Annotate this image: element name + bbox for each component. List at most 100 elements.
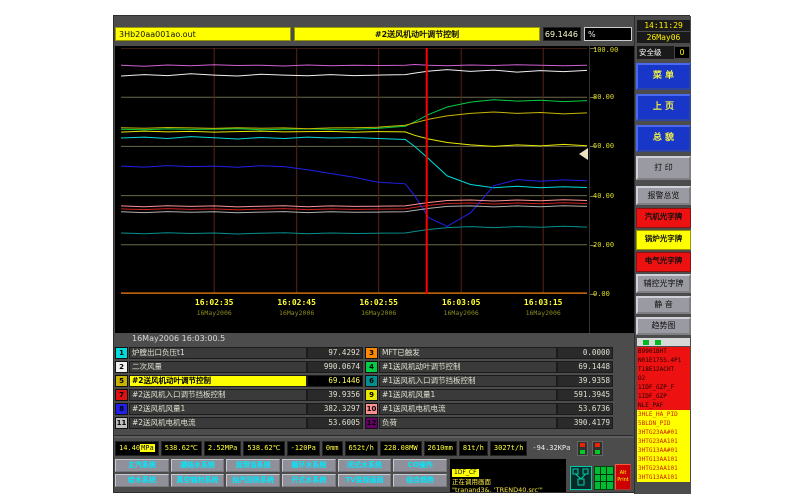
pen-color-swatch: 10 xyxy=(365,403,378,415)
nav-button[interactable]: 润滑油系统 xyxy=(226,459,280,472)
clock-time: 14:11:29 xyxy=(637,20,690,31)
trend-source-field[interactable]: 3Hb20aa001ao.out xyxy=(115,27,291,41)
nav-button[interactable]: 主汽系统 xyxy=(115,459,169,472)
tag-list-header xyxy=(637,338,690,346)
tag-header-indicator xyxy=(643,340,649,345)
x-tick-date: 16May2006 xyxy=(179,309,249,317)
sidebar-button[interactable]: 趋势图 xyxy=(636,317,691,335)
nav-button[interactable]: 抽汽回热系统 xyxy=(226,474,280,487)
alarm-tag[interactable]: 1IDF_GZP_F xyxy=(637,383,690,392)
sidebar-button[interactable]: 锅炉光字牌 xyxy=(636,230,691,250)
legend-pen-row[interactable]: 5#2送风机动叶调节控制69.1446 xyxy=(115,375,363,387)
nav-button[interactable]: 循环水系统 xyxy=(282,459,336,472)
legend-pen-row[interactable]: 3MFT已触发0.0000 xyxy=(365,347,613,359)
cursor-timestamp: 16May2006 16:03:00.5 xyxy=(132,334,225,343)
alarm-tag[interactable]: N01E175S.4P1 xyxy=(637,356,690,365)
network-icon[interactable] xyxy=(570,466,592,490)
console-message: 正在调用画面 xyxy=(450,478,566,486)
pen-label: #2送风机动叶调节控制 xyxy=(129,375,307,387)
status-value: 0mm xyxy=(322,441,343,456)
pen-color-swatch: 2 xyxy=(115,361,128,373)
nav-button-row-1: 主汽系统凝结水系统润滑油系统循环水系统闭式水系统CO操作 xyxy=(115,459,447,472)
grid-icon[interactable] xyxy=(594,466,614,490)
sidebar-button[interactable]: 总 貌 xyxy=(636,125,691,152)
y-tick-label: 100.00 xyxy=(593,46,618,54)
nav-button[interactable]: 闭式水系统 xyxy=(338,459,392,472)
alarm-tag[interactable]: 3HTG13AA101 xyxy=(637,455,690,464)
status-value: -120Pa xyxy=(287,441,320,456)
message-console: 1DF_CF 正在调用画面 "tranand3&. 'TREND40.src'" xyxy=(450,459,566,492)
trend-series-12 xyxy=(121,65,587,67)
status-value: 538.62℃ xyxy=(243,441,284,456)
pen-value: 69.1446 xyxy=(307,375,363,387)
nav-button[interactable]: 组合趋势 xyxy=(393,474,447,487)
legend-pen-row[interactable]: 12负荷390.4179 xyxy=(365,417,613,429)
legend-pen-row[interactable]: 1炉膛出口负压t197.4292 xyxy=(115,347,363,359)
legend-pen-row[interactable]: 11#2送风机电机电流53.6005 xyxy=(115,417,363,429)
alarm-tag[interactable]: 3HTG23AA101 xyxy=(637,437,690,446)
x-tick-date: 16May2006 xyxy=(344,309,414,317)
nav-button[interactable]: 给水系统 xyxy=(115,474,169,487)
alarm-tag[interactable]: O2 xyxy=(637,374,690,383)
alarm-tag[interactable]: 3HTG13AA101 xyxy=(637,473,690,482)
alarm-tag[interactable]: 3HTG13AA#01 xyxy=(637,446,690,455)
x-tick-date: 16May2006 xyxy=(426,309,496,317)
alarm-tag[interactable]: 5BLDN_PID xyxy=(637,419,690,428)
nav-button[interactable]: 凝结水系统 xyxy=(171,459,225,472)
pen-label: #2送风机风量1 xyxy=(129,403,307,415)
indicator-light[interactable] xyxy=(592,441,603,456)
pen-label: 炉膛出口负压t1 xyxy=(129,347,307,359)
nav-button[interactable]: TV监视画面 xyxy=(338,474,392,487)
alt-print-button[interactable]: Alt Print xyxy=(615,464,631,490)
screenshot-canvas: 3Hb20aa001ao.out #2送风机动叶调节控制 69.1446 % 1… xyxy=(0,0,800,500)
pen-value: 69.1448 xyxy=(557,361,613,373)
legend-pen-row[interactable]: 6#1送风机入口调节挡板控制39.9358 xyxy=(365,375,613,387)
sidebar-button[interactable]: 辅控光字牌 xyxy=(636,274,691,293)
pen-label: #1送风机电机电流 xyxy=(379,403,557,415)
security-level: 安全级 0 xyxy=(637,46,690,59)
nav-button[interactable]: CO操作 xyxy=(393,459,447,472)
alarm-tag[interactable]: B9901BHT xyxy=(637,347,690,356)
trend-window: 3Hb20aa001ao.out #2送风机动叶调节控制 69.1446 % 1… xyxy=(113,15,690,493)
sidebar-button[interactable]: 静 音 xyxy=(636,296,691,314)
status-value: 3027t/h xyxy=(490,441,528,456)
selected-pen-field[interactable]: #2送风机动叶调节控制 xyxy=(294,27,540,41)
nav-button[interactable]: 真空轴封系统 xyxy=(171,474,225,487)
legend-pen-row[interactable]: 10#1送风机电机电流53.6736 xyxy=(365,403,613,415)
sidebar-button[interactable]: 报警总览 xyxy=(636,186,691,205)
nav-button[interactable]: 开式水系统 xyxy=(282,474,336,487)
selected-pen-value: 69.1446 xyxy=(543,27,581,41)
sidebar-button[interactable]: 菜 单 xyxy=(636,63,691,90)
alarm-tag[interactable]: 3HTG23AA101 xyxy=(637,464,690,473)
indicator-light[interactable] xyxy=(577,441,588,456)
console-selected-item[interactable]: 1DF_CF xyxy=(452,469,479,477)
y-tick-label: 0.00 xyxy=(593,290,610,298)
alarm-tag[interactable]: T18E12ACHT xyxy=(637,365,690,374)
value-marker-triangle[interactable] xyxy=(579,148,588,160)
sidebar-button[interactable]: 上 页 xyxy=(636,94,691,121)
pen-value: 53.6736 xyxy=(557,403,613,415)
pen-label: #1送风机动叶调节控制 xyxy=(379,361,557,373)
alarm-tag[interactable]: 3HLE_HA_PID xyxy=(637,410,690,419)
alarm-tag[interactable]: 3HTG23AA#01 xyxy=(637,428,690,437)
x-tick-time: 16:02:35 xyxy=(179,298,249,307)
legend-pen-row[interactable]: 7#2送风机入口调节挡板控制39.9356 xyxy=(115,389,363,401)
pen-color-swatch: 12 xyxy=(365,417,378,429)
sidebar-button[interactable]: 汽机光字牌 xyxy=(636,208,691,228)
status-bar: 14.40MPa538.62℃2.52MPa538.62℃-120Pa0mm65… xyxy=(115,441,631,456)
y-tick-label: 80.00 xyxy=(593,93,614,101)
legend-pen-row[interactable]: 9#1送风机风量1591.3945 xyxy=(365,389,613,401)
status-value: 14.40MPa xyxy=(115,441,159,456)
sidebar-button[interactable]: 打 印 xyxy=(636,156,691,180)
legend-pen-row[interactable]: 4#1送风机动叶调节控制69.1448 xyxy=(365,361,613,373)
sidebar-button[interactable]: 电气光字牌 xyxy=(636,252,691,272)
pen-color-swatch: 3 xyxy=(365,347,378,359)
trend-plot[interactable] xyxy=(121,48,587,294)
pen-color-swatch: 9 xyxy=(365,389,378,401)
pen-value: 382.3297 xyxy=(307,403,363,415)
alarm-tag[interactable]: NLE_PAF xyxy=(637,401,690,410)
alarm-tag[interactable]: 1IDF_GZP xyxy=(637,392,690,401)
legend-pen-row[interactable]: 8#2送风机风量1382.3297 xyxy=(115,403,363,415)
legend-pen-row[interactable]: 2二次风量990.0674 xyxy=(115,361,363,373)
pen-color-swatch: 8 xyxy=(115,403,128,415)
